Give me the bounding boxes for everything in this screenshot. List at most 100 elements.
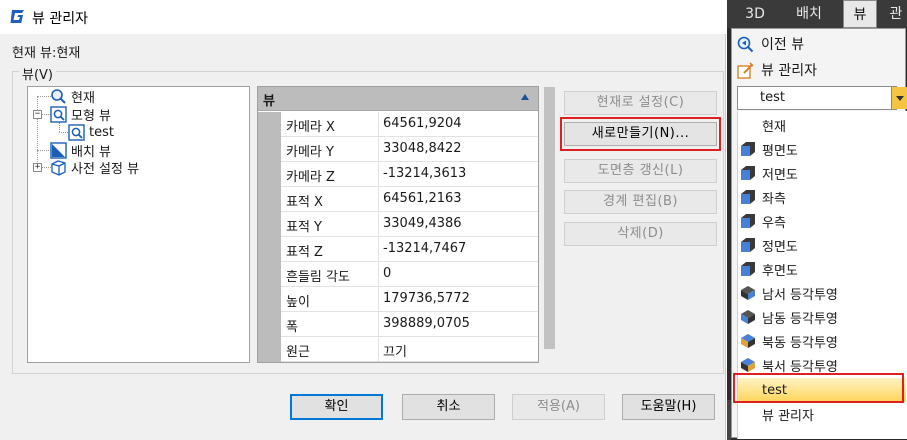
tab-view[interactable]: 뷰: [843, 0, 877, 28]
annotation-highlight: [733, 373, 904, 403]
properties-header[interactable]: 뷰: [258, 87, 538, 111]
property-value[interactable]: 33048,8422: [379, 137, 538, 162]
ok-button[interactable]: 확인: [290, 394, 383, 420]
list-item-right[interactable]: 우측: [738, 209, 906, 233]
property-row[interactable]: 표적 Y 33049,4386: [258, 212, 538, 237]
property-value[interactable]: -13214,3613: [379, 162, 538, 187]
tab-3d[interactable]: 3D: [737, 0, 773, 28]
bottom-view-cube-icon: [741, 166, 755, 180]
tree-item-label: 모형 뷰: [71, 108, 112, 124]
properties-header-label: 뷰: [263, 94, 275, 109]
view-manager-dialog: 뷰 관리자 현재 뷰:현재 뷰(V) 현재 − 모형 뷰 test 배치 뷰 +…: [0, 0, 726, 440]
list-item-left[interactable]: 좌측: [738, 185, 906, 209]
tree-item-model-views[interactable]: 모형 뷰: [50, 105, 112, 124]
property-row[interactable]: 표적 X 64561,2163: [258, 187, 538, 212]
property-row[interactable]: 카메라 Z -13214,3613: [258, 162, 538, 187]
view-tree[interactable]: 현재 − 모형 뷰 test 배치 뷰 + 사전 설정 뷰: [27, 86, 250, 363]
list-item-front[interactable]: 정면도: [738, 233, 906, 257]
update-layers-button[interactable]: 도면층 갱신(L): [564, 159, 717, 183]
tree-item-current[interactable]: 현재: [50, 87, 96, 106]
properties-scrollbar[interactable]: [543, 86, 556, 363]
view-manager-item[interactable]: 뷰 관리자: [737, 58, 817, 82]
property-row[interactable]: 카메라 X 64561,9204: [258, 112, 538, 137]
tree-item-test[interactable]: test: [68, 123, 115, 141]
property-value[interactable]: 64561,9204: [379, 112, 538, 137]
tree-item-layout-views[interactable]: 배치 뷰: [50, 141, 112, 160]
property-row[interactable]: 표적 Z -13214,7467: [258, 237, 538, 262]
tree-item-preset-views[interactable]: 사전 설정 뷰: [50, 158, 140, 177]
preset-cube-icon: [51, 159, 66, 176]
sw-iso-cube-icon: [741, 286, 755, 300]
previous-view-icon: [737, 36, 754, 52]
top-view-cube-icon: [741, 142, 755, 156]
list-item-sw-iso[interactable]: 남서 등각투영: [738, 281, 906, 305]
list-item-label: 남서 등각투영: [762, 287, 838, 303]
named-view-icon: [68, 123, 85, 141]
list-item-view-manager[interactable]: 뷰 관리자: [738, 402, 906, 426]
list-item-bottom[interactable]: 저면도: [738, 161, 906, 185]
property-name: 카메라 Z: [281, 162, 379, 187]
property-row[interactable]: 카메라 Y 33048,8422: [258, 137, 538, 162]
set-current-button[interactable]: 현재로 설정(C): [564, 91, 717, 115]
property-name: 표적 Y: [281, 212, 379, 237]
named-view-combo[interactable]: test: [737, 86, 907, 110]
property-row[interactable]: 흔들림 각도 0: [258, 262, 538, 287]
collapse-arrow-icon[interactable]: [521, 94, 529, 100]
property-value[interactable]: 64561,2163: [379, 187, 538, 212]
zoom-view-icon: [51, 88, 66, 104]
app-logo-icon: [10, 10, 24, 23]
tree-item-label: 현재: [71, 90, 95, 106]
property-row[interactable]: 폭 398889,0705: [258, 312, 538, 337]
view-manager-label: 뷰 관리자: [761, 63, 817, 79]
nw-iso-cube-icon: [741, 358, 755, 372]
list-item-label: 후면도: [762, 263, 798, 279]
property-name: 폭: [281, 312, 379, 337]
model-view-icon: [50, 105, 67, 123]
tab-layout[interactable]: 배치: [789, 0, 829, 28]
collapse-icon[interactable]: −: [33, 110, 42, 119]
property-name: 표적 Z: [281, 237, 379, 262]
property-row[interactable]: 원근 끄기: [258, 337, 538, 362]
chevron-down-icon: [896, 96, 904, 101]
se-iso-cube-icon: [741, 310, 755, 324]
list-item-se-iso[interactable]: 남동 등각투영: [738, 305, 906, 329]
list-item-current[interactable]: 현재: [738, 113, 906, 137]
tree-item-label: 사전 설정 뷰: [71, 161, 140, 177]
property-value[interactable]: -13214,7467: [379, 237, 538, 262]
list-item-label: 저면도: [762, 167, 798, 183]
property-value[interactable]: 0: [379, 262, 538, 287]
title-bar[interactable]: 뷰 관리자: [0, 0, 726, 34]
help-button[interactable]: 도움말(H): [622, 394, 715, 420]
combo-dropdown-button[interactable]: [891, 87, 907, 109]
view-properties-grid[interactable]: 뷰 카메라 X 64561,9204 카메라 Y 33048,8422 카메라 …: [257, 86, 539, 363]
delete-button[interactable]: 삭제(D): [564, 222, 717, 246]
property-name: 흔들림 각도: [281, 262, 379, 287]
list-item-top[interactable]: 평면도: [738, 137, 906, 161]
current-view-label: 현재 뷰:현재: [12, 46, 81, 61]
expand-icon[interactable]: +: [33, 163, 42, 172]
apply-button[interactable]: 적용(A): [512, 394, 605, 420]
property-value[interactable]: 179736,5772: [379, 287, 538, 312]
scrollbar-thumb[interactable]: [544, 87, 555, 349]
tab-manage[interactable]: 관: [885, 0, 907, 28]
property-value[interactable]: 끄기: [379, 337, 538, 362]
left-view-cube-icon: [741, 190, 755, 204]
list-item-label: 뷰 관리자: [762, 408, 814, 424]
list-item-back[interactable]: 후면도: [738, 257, 906, 281]
ribbon-tabs: 3D 배치 뷰 관: [727, 0, 907, 28]
property-value[interactable]: 33049,4386: [379, 212, 538, 237]
previous-view-item[interactable]: 이전 뷰: [737, 32, 804, 56]
edit-boundary-button[interactable]: 경계 편집(B): [564, 190, 717, 214]
views-groupbox-label: 뷰(V): [19, 64, 56, 83]
front-view-cube-icon: [741, 238, 755, 252]
property-name: 표적 X: [281, 187, 379, 212]
list-item-label: 정면도: [762, 239, 798, 255]
property-row[interactable]: 높이 179736,5772: [258, 287, 538, 312]
property-value[interactable]: 398889,0705: [379, 312, 538, 337]
cancel-button[interactable]: 취소: [402, 394, 495, 420]
list-item-ne-iso[interactable]: 북동 등각투영: [738, 329, 906, 353]
property-name: 높이: [281, 287, 379, 312]
dialog-title: 뷰 관리자: [32, 11, 88, 27]
list-item-label: 현재: [762, 119, 786, 135]
list-item-label: 우측: [762, 215, 786, 231]
